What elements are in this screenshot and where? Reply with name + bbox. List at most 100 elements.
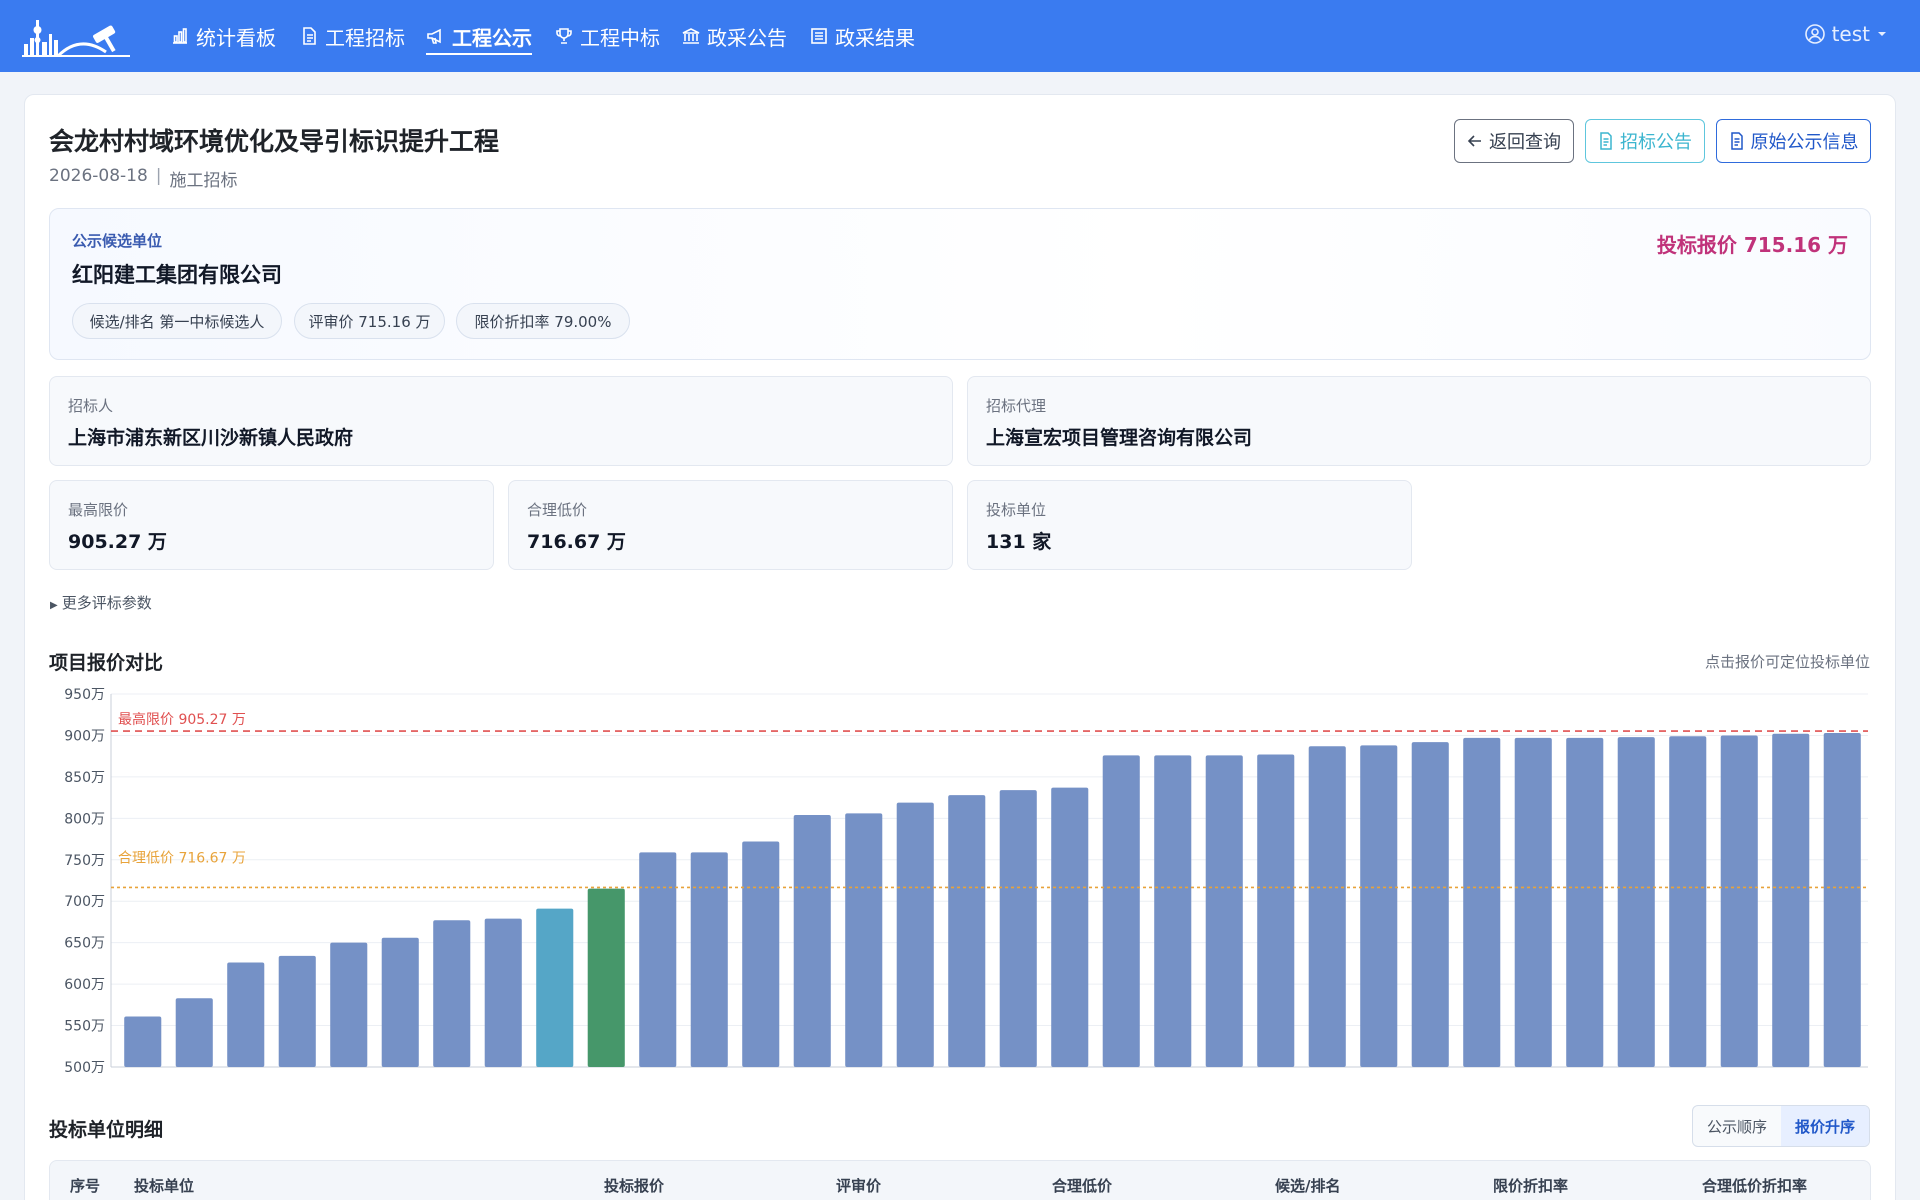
more-params-toggle[interactable]: ▶ 更多评标参数 <box>50 592 152 613</box>
user-avatar-icon <box>1804 24 1825 44</box>
column-header[interactable]: 合理低价 <box>1052 1175 1112 1196</box>
bid-bar[interactable] <box>948 795 986 1067</box>
bid-bar[interactable] <box>1154 755 1192 1067</box>
column-header[interactable]: 评审价 <box>836 1175 881 1196</box>
bid-bar[interactable] <box>175 998 213 1067</box>
user-menu[interactable]: test <box>1804 22 1888 46</box>
bid-bar[interactable] <box>536 908 574 1067</box>
y-tick-label: 850万 <box>64 770 105 786</box>
document-icon <box>1730 132 1743 150</box>
chart-section-title: 项目报价对比 <box>49 652 164 674</box>
meta-separator: | <box>155 166 162 186</box>
bid-bar[interactable] <box>1669 736 1707 1067</box>
nav-item-label: 工程招标 <box>325 25 405 50</box>
agent-value: 上海宣宏项目管理咨询有限公司 <box>986 427 1253 449</box>
max-price-value: 905.27 万 <box>68 531 167 553</box>
detail-section-title: 投标单位明细 <box>49 1119 164 1141</box>
bid-bar[interactable] <box>1051 787 1089 1067</box>
y-tick-label: 500万 <box>64 1060 105 1076</box>
bid-bar[interactable] <box>1308 746 1346 1067</box>
bid-bar[interactable] <box>690 852 728 1067</box>
bid-bar[interactable] <box>845 813 883 1067</box>
triangle-right-icon: ▶ <box>50 600 58 611</box>
bid-bar[interactable] <box>1102 755 1140 1067</box>
bid-bar[interactable] <box>1463 737 1501 1067</box>
bid-bar[interactable] <box>124 1016 162 1067</box>
sort-by-price-asc[interactable]: 报价升序 <box>1780 1106 1869 1146</box>
column-header[interactable]: 合理低价折扣率 <box>1702 1175 1807 1196</box>
megaphone-icon <box>427 28 441 44</box>
column-header[interactable]: 限价折扣率 <box>1493 1175 1568 1196</box>
rank-chip: 候选/排名 第一中标候选人 <box>72 303 282 339</box>
candidate-label: 公示候选单位 <box>72 232 163 250</box>
bar-chart-icon <box>173 28 187 44</box>
bid-bar[interactable] <box>278 955 316 1067</box>
column-header[interactable]: 投标单位 <box>134 1175 194 1196</box>
nav-item-label: 工程公示 <box>452 25 532 50</box>
nav-item-project-publicity[interactable]: 工程公示 <box>426 20 532 55</box>
nav-item-procurement-notice[interactable]: 政采公告 <box>681 20 787 52</box>
list-icon <box>811 28 827 44</box>
caret-down-icon <box>1878 32 1886 36</box>
bid-bar[interactable] <box>742 841 780 1067</box>
bid-bar[interactable] <box>433 920 471 1067</box>
bid-bar[interactable] <box>1257 754 1295 1067</box>
bid-bar[interactable] <box>1205 755 1243 1067</box>
bidders-label: 投标单位 <box>986 501 1047 519</box>
review-price-chip: 评审价 715.16 万 <box>294 303 445 339</box>
reasonable-low-label: 合理低价 <box>527 501 588 519</box>
tender-notice-button[interactable]: 招标公告 <box>1585 119 1705 163</box>
arrow-left-icon <box>1467 135 1481 147</box>
bid-bar[interactable] <box>1411 742 1449 1067</box>
back-to-search-button[interactable]: 返回查询 <box>1454 119 1574 163</box>
reference-line-label: 合理低价 716.67 万 <box>118 850 246 866</box>
candidate-bid-price: 投标报价 715.16 万 <box>1656 233 1848 257</box>
bid-bar[interactable] <box>330 942 368 1067</box>
bid-bar[interactable] <box>1720 735 1758 1067</box>
bid-bar[interactable] <box>381 937 419 1067</box>
bid-bar[interactable] <box>1823 732 1861 1067</box>
bidders-box: 投标单位 131 家 <box>967 480 1412 570</box>
nav-item-project-tender[interactable]: 工程招标 <box>299 20 405 52</box>
reasonable-low-value: 716.67 万 <box>527 531 626 553</box>
tenderer-label: 招标人 <box>68 397 114 415</box>
y-tick-label: 700万 <box>64 894 105 910</box>
max-price-label: 最高限价 <box>68 501 129 519</box>
y-tick-label: 800万 <box>64 811 105 827</box>
nav-item-project-award[interactable]: 工程中标 <box>554 20 660 52</box>
project-date: 2026-08-18 <box>49 166 148 186</box>
top-nav: 统计看板 工程招标 工程公示 工程中标 政采公告 政采结果 test <box>0 0 1920 72</box>
bid-bar[interactable] <box>999 790 1037 1067</box>
chart-hint: 点击报价可定位投标单位 <box>1704 653 1870 671</box>
more-params-label: 更多评标参数 <box>61 594 152 612</box>
bid-bar[interactable] <box>1514 737 1552 1067</box>
original-publicity-button[interactable]: 原始公示信息 <box>1716 119 1871 163</box>
bid-bar[interactable] <box>1617 737 1655 1067</box>
bid-bar[interactable] <box>1360 745 1398 1067</box>
candidate-name: 红阳建工集团有限公司 <box>72 263 282 287</box>
y-tick-label: 900万 <box>64 728 105 744</box>
reference-line-label: 最高限价 905.27 万 <box>118 711 246 728</box>
bid-bar[interactable] <box>484 918 522 1067</box>
bid-bar[interactable] <box>639 852 677 1067</box>
site-logo[interactable] <box>22 14 130 58</box>
bid-bar[interactable] <box>587 888 625 1067</box>
nav-item-procurement-result[interactable]: 政采结果 <box>809 20 915 52</box>
project-type: 施工招标 <box>169 171 238 191</box>
column-header[interactable]: 序号 <box>70 1175 100 1196</box>
document-icon <box>303 27 316 45</box>
original-publicity-label: 原始公示信息 <box>1750 132 1859 153</box>
column-header[interactable]: 投标报价 <box>604 1175 664 1196</box>
bid-bar[interactable] <box>227 962 265 1067</box>
document-icon <box>1600 132 1612 150</box>
max-price-box: 最高限价 905.27 万 <box>49 480 494 570</box>
nav-item-dashboard[interactable]: 统计看板 <box>170 20 276 52</box>
bidders-value: 131 家 <box>986 531 1052 553</box>
bid-bar[interactable] <box>896 802 934 1067</box>
column-header[interactable]: 候选/排名 <box>1275 1175 1340 1196</box>
agent-box: 招标代理 上海宣宏项目管理咨询有限公司 <box>967 376 1871 466</box>
sort-by-publicity-order[interactable]: 公示顺序 <box>1693 1106 1781 1146</box>
bid-bar[interactable] <box>1772 733 1810 1067</box>
bid-bar[interactable] <box>1566 737 1604 1067</box>
bid-bar[interactable] <box>793 815 831 1067</box>
